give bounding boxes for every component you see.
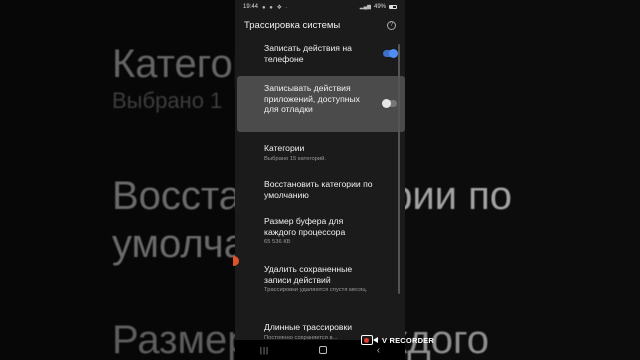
setting-label: Записывать действия приложений, доступны… <box>264 83 360 114</box>
camera-lens <box>373 337 378 343</box>
recorder-watermark: V RECORDER <box>361 333 434 347</box>
status-bar: 19:44 ● ● ❖ · ▂▄▆ 49% <box>235 0 405 14</box>
battery-percent: 49% <box>373 4 386 10</box>
battery-icon <box>389 5 397 9</box>
setting-label: Восстановить категории по умолчанию <box>264 179 373 200</box>
watermark-text: V RECORDER <box>382 335 435 345</box>
home-icon[interactable] <box>318 346 327 354</box>
setting-restore-defaults[interactable]: Восстановить категории по умолчанию <box>235 179 405 200</box>
setting-delete-saved[interactable]: Удалить сохраненные записи действий Трас… <box>235 264 405 294</box>
help-icon[interactable]: ? <box>387 20 396 30</box>
recents-icon[interactable]: ||| <box>260 346 269 355</box>
notification-icons: ● ● ❖ · <box>262 4 289 11</box>
setting-label: Длинные трассировки <box>264 322 353 332</box>
status-time: 19:44 <box>243 4 259 10</box>
toggle-knob <box>382 99 391 108</box>
setting-summary: Трассировки удаляются спустя месяц. <box>264 287 368 293</box>
signal-icon: ▂▄▆ <box>359 4 371 10</box>
scrollbar[interactable] <box>398 44 400 294</box>
setting-record-debuggable[interactable]: Записывать действия приложений, доступны… <box>237 76 405 132</box>
toggle-knob <box>389 49 398 58</box>
setting-record-phone[interactable]: Записать действия на телефоне <box>235 43 405 64</box>
app-bar: Трассировка системы ? <box>235 14 405 36</box>
setting-categories[interactable]: Категории Выбрано 15 категорий. <box>235 143 405 163</box>
setting-summary: Выбрано 15 категорий. <box>264 155 326 162</box>
video-camera-icon <box>361 333 379 347</box>
page-title: Трассировка системы <box>244 19 341 31</box>
record-phone-toggle[interactable] <box>383 49 398 58</box>
phone-screen: 19:44 ● ● ❖ · ▂▄▆ 49% Трассировка систем… <box>235 0 405 360</box>
setting-buffer-size[interactable]: Размер буфера для каждого процессора 65 … <box>235 216 405 246</box>
status-right: ▂▄▆ 49% <box>360 4 397 10</box>
setting-label: Категории <box>264 143 305 153</box>
record-debuggable-toggle[interactable] <box>382 99 397 108</box>
setting-label: Размер буфера для каждого процессора <box>264 216 346 237</box>
setting-summary: 65 536 КБ <box>264 239 291 245</box>
background-dim <box>0 0 235 360</box>
record-dot <box>364 338 369 343</box>
setting-label: Удалить сохраненные записи действий <box>264 264 353 285</box>
setting-label: Записать действия на телефоне <box>264 43 352 64</box>
